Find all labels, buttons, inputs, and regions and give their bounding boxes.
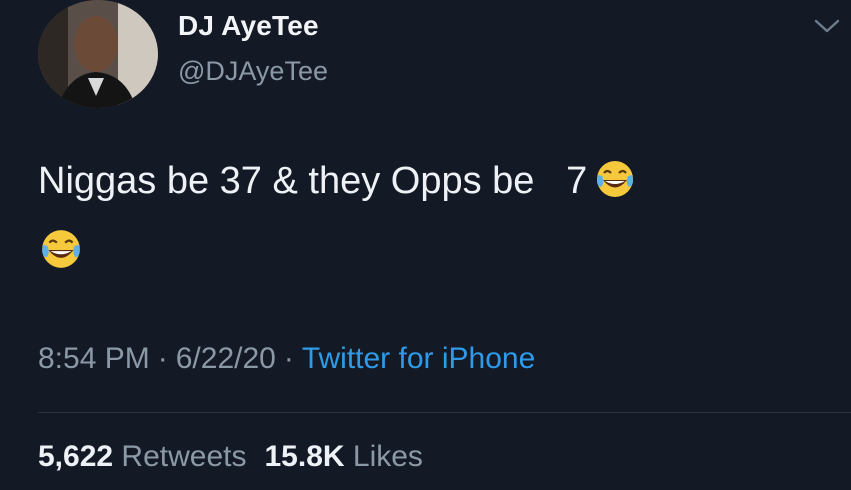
face-with-tears-of-joy-icon xyxy=(42,230,80,268)
chevron-down-icon[interactable] xyxy=(812,16,842,36)
tweet-text-line: Niggas be 37 & they Opps be 7 xyxy=(38,160,588,202)
tweet-card: DJ AyeTee @DJAyeTee Niggas be 37 & they … xyxy=(0,0,851,490)
avatar[interactable] xyxy=(38,0,158,108)
retweets-label: Retweets xyxy=(121,440,247,473)
user-handle[interactable]: @DJAyeTee xyxy=(178,56,328,87)
display-name[interactable]: DJ AyeTee xyxy=(178,10,319,42)
face-with-tears-of-joy-icon xyxy=(597,161,634,197)
tweet-date[interactable]: 6/22/20 xyxy=(176,342,276,375)
tweet-stats: 5,622 Retweets 15.8K Likes xyxy=(38,440,423,474)
tweet-time[interactable]: 8:54 PM xyxy=(38,342,150,375)
likes-label: Likes xyxy=(352,440,423,473)
divider xyxy=(38,412,851,413)
tweet-meta: 8:54 PM · 6/22/20 · Twitter for iPhone xyxy=(38,342,535,376)
tweet-source-link[interactable]: Twitter for iPhone xyxy=(302,342,535,375)
retweets-stat[interactable]: 5,622 Retweets xyxy=(38,440,246,473)
retweets-count: 5,622 xyxy=(38,440,114,473)
profile-photo xyxy=(38,0,158,108)
likes-stat[interactable]: 15.8K Likes xyxy=(264,440,422,473)
likes-count: 15.8K xyxy=(264,440,345,473)
meta-separator: · xyxy=(157,342,168,375)
meta-separator: · xyxy=(283,342,294,375)
tweet-text: Niggas be 37 & they Opps be 7 xyxy=(38,152,828,210)
